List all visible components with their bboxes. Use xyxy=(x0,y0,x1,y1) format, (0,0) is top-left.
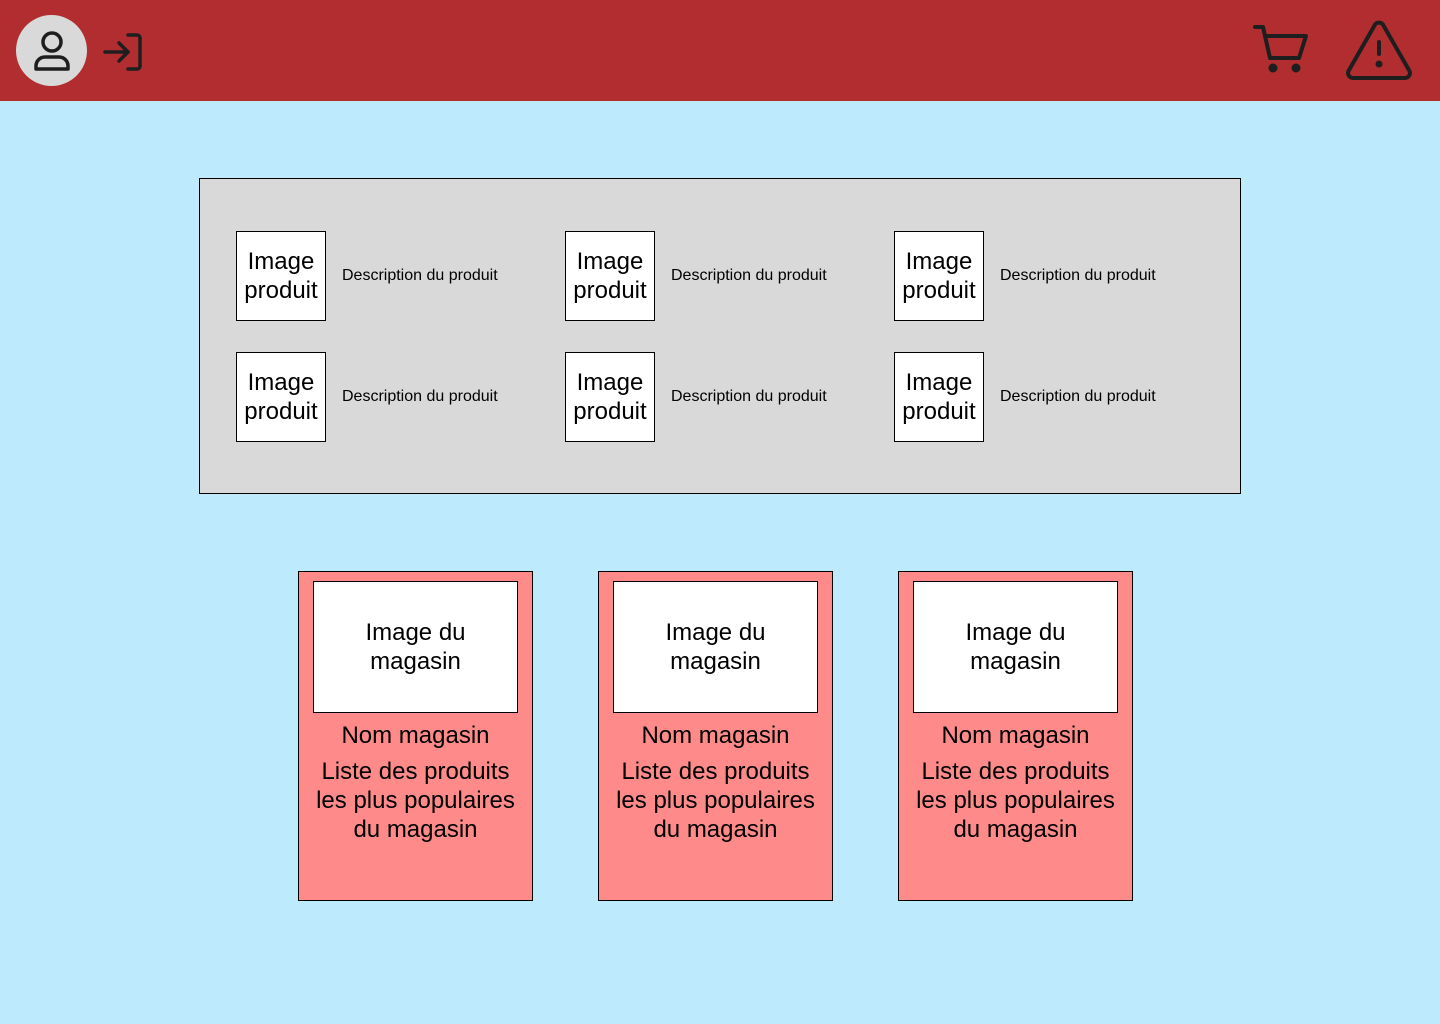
product-description: Description du produit xyxy=(671,267,827,284)
store-image: Image du magasin xyxy=(913,581,1118,713)
product-item[interactable]: Image produit Description du produit xyxy=(236,352,536,442)
product-description: Description du produit xyxy=(1000,388,1156,405)
products-panel: Image produit Description du produit Ima… xyxy=(199,178,1241,494)
store-name: Nom magasin xyxy=(941,722,1090,749)
store-popular-products: Liste des produits les plus populaires d… xyxy=(316,758,515,843)
store-card[interactable]: Image du magasin Nom magasin Liste des p… xyxy=(598,571,833,901)
store-card[interactable]: Image du magasin Nom magasin Liste des p… xyxy=(298,571,533,901)
product-description: Description du produit xyxy=(671,388,827,405)
product-image: Image produit xyxy=(565,352,655,442)
warning-icon[interactable] xyxy=(1345,20,1413,80)
product-item[interactable]: Image produit Description du produit xyxy=(894,352,1194,442)
store-name: Nom magasin xyxy=(341,722,490,749)
store-image: Image du magasin xyxy=(613,581,818,713)
product-description: Description du produit xyxy=(342,388,498,405)
user-avatar-button[interactable] xyxy=(16,15,87,86)
store-popular-products: Liste des produits les plus populaires d… xyxy=(616,758,815,843)
product-image: Image produit xyxy=(565,231,655,321)
product-item[interactable]: Image produit Description du produit xyxy=(894,231,1194,321)
product-item[interactable]: Image produit Description du produit xyxy=(236,231,536,321)
product-description: Description du produit xyxy=(342,267,498,284)
product-description: Description du produit xyxy=(1000,267,1156,284)
product-item[interactable]: Image produit Description du produit xyxy=(565,231,865,321)
product-image: Image produit xyxy=(894,352,984,442)
top-bar xyxy=(0,0,1440,101)
store-card[interactable]: Image du magasin Nom magasin Liste des p… xyxy=(898,571,1133,901)
product-image: Image produit xyxy=(236,231,326,321)
store-name: Nom magasin xyxy=(641,722,790,749)
product-image: Image produit xyxy=(894,231,984,321)
store-popular-products: Liste des produits les plus populaires d… xyxy=(916,758,1115,843)
product-image: Image produit xyxy=(236,352,326,442)
store-image: Image du magasin xyxy=(313,581,518,713)
login-icon[interactable] xyxy=(100,30,144,74)
product-item[interactable]: Image produit Description du produit xyxy=(565,352,865,442)
user-icon xyxy=(33,30,70,71)
cart-icon[interactable] xyxy=(1252,22,1310,76)
